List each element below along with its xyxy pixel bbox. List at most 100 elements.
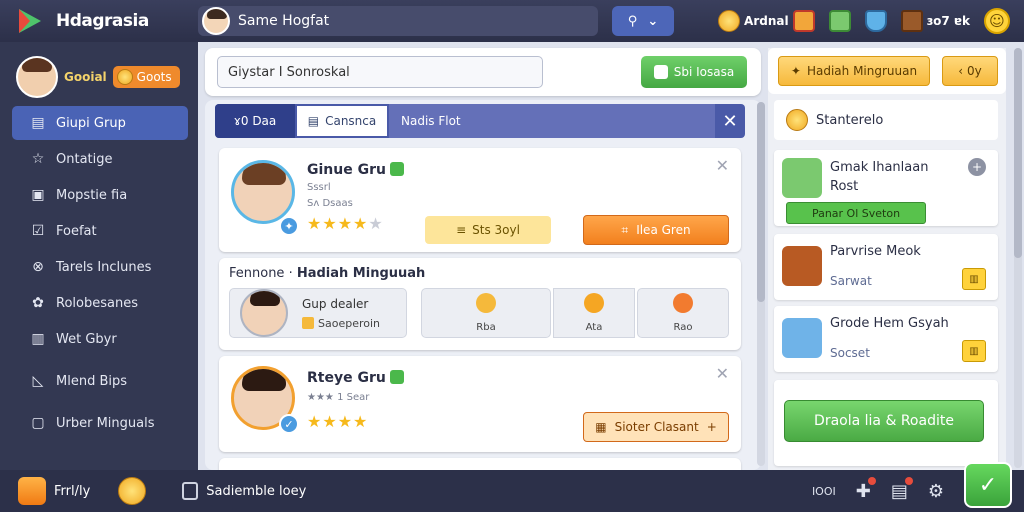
- friend-sub2: Sʌ Dsaas: [307, 198, 353, 209]
- bottom-lock[interactable]: Sadiemble loey: [146, 482, 306, 500]
- orange-pill[interactable]: ⌗ Ilea Gren: [583, 215, 729, 245]
- top-stats: Ardnal ɜo7 ɐk ☺: [718, 8, 1010, 34]
- gear-icon[interactable]: ⚙: [928, 481, 944, 502]
- sidebar-item-1[interactable]: ☆ Ontatige: [12, 142, 188, 176]
- person-avatar: [240, 289, 288, 337]
- chat-icon[interactable]: ▤: [891, 476, 913, 502]
- coin-icon[interactable]: [118, 477, 147, 505]
- sidebar-item-3[interactable]: ☑ Foefat: [12, 214, 188, 248]
- main-toolbar: Sbi Iosasa: [205, 48, 761, 96]
- friend-name: Ginue Gru: [307, 162, 404, 178]
- right-toolbar: ✦ Hadiah Mingruuan ‹ 0y: [768, 48, 1006, 94]
- right-scroll-thumb[interactable]: [1014, 48, 1022, 258]
- tab-first[interactable]: ɤ0 Daa: [215, 104, 295, 138]
- search-button[interactable]: ⚲ ⌄: [612, 6, 674, 36]
- user-avatar[interactable]: [202, 7, 230, 35]
- friend-card[interactable]: ✦ Ginue Gru Sssrl Sʌ Dsaas ★★★★★ ✕ ≡ Sts…: [219, 148, 741, 252]
- search-icon: ⚲: [627, 13, 638, 29]
- search-box[interactable]: [198, 6, 598, 36]
- green-action-button[interactable]: Sbi Iosasa: [641, 56, 747, 88]
- trophy-icon: [864, 10, 887, 32]
- close-icon[interactable]: ✕: [716, 156, 729, 175]
- right-item-2[interactable]: Grode Hem Gsyah Socset ▥: [774, 306, 998, 372]
- yellow-pill[interactable]: ≡ Sts 3oyl: [425, 216, 551, 244]
- rewards-stat[interactable]: [828, 10, 851, 32]
- sidebar-item-4[interactable]: ⊗ Tarels Inclunes: [12, 250, 188, 284]
- puzzle-icon[interactable]: ✚: [856, 476, 876, 502]
- sidebar-item-5[interactable]: ✿ Rolobesanes: [12, 286, 188, 320]
- ticket-icon: ▥: [962, 268, 986, 290]
- verified-icon: [389, 162, 404, 176]
- right-item-1[interactable]: Parvrise Meok Sarwat ▥: [774, 234, 998, 300]
- reward-option-2[interactable]: Rao: [637, 288, 729, 338]
- plus-icon[interactable]: +: [968, 158, 986, 176]
- item-thumb: [782, 318, 822, 358]
- friend-card[interactable]: ✓ Rteye Gru ★★★ 1 Sear ★★★★ ✕ ▦ Sioter C…: [219, 356, 741, 452]
- close-icon[interactable]: ✕: [716, 364, 729, 383]
- profile-badge-label: Goots: [136, 70, 172, 84]
- main-scrollbar[interactable]: [757, 102, 765, 466]
- check-button[interactable]: ✓: [964, 462, 1012, 508]
- home-icon: [18, 477, 46, 505]
- rating-stars: ★★★★: [307, 412, 369, 431]
- trophy-stat[interactable]: [864, 10, 887, 32]
- chevron-left-icon: ‹: [958, 64, 964, 78]
- friend-avatar[interactable]: [231, 160, 295, 224]
- tab-selected-label: Cansnca: [325, 114, 377, 128]
- reward-option-0[interactable]: Rba: [421, 288, 551, 338]
- list-icon: ≡: [456, 223, 467, 237]
- rewards-button[interactable]: ✦ Hadiah Mingruuan: [778, 56, 930, 86]
- right-item-title: Grode Hem Gsyah: [830, 316, 949, 331]
- right-item-tag: Panar Ol Sveton: [786, 202, 926, 224]
- back-button[interactable]: ‹ 0y: [942, 56, 998, 86]
- bottom-home-label: Frrl/ly: [54, 483, 91, 499]
- search-input[interactable]: [238, 13, 598, 29]
- main-scroll-thumb[interactable]: [757, 102, 765, 302]
- right-item-0[interactable]: Gmak Ihanlaan Rost + Panar Ol Sveton: [774, 150, 998, 226]
- orange-pill[interactable]: ▦ Sioter Clasant +: [583, 412, 729, 442]
- sidebar-item-label: Mopstie fia: [56, 187, 128, 203]
- reward-label: Rao: [673, 322, 693, 333]
- right-scrollbar[interactable]: [1014, 48, 1022, 468]
- tab-selected[interactable]: ▤ Cansnca: [295, 104, 389, 138]
- image-icon: ▣: [31, 187, 45, 203]
- sidebar-item-label: Tarels Inclunes: [56, 259, 152, 275]
- bottom-home[interactable]: Frrl/ly: [0, 477, 90, 505]
- sidebar-item-label: Giupi Grup: [56, 115, 126, 131]
- coin-icon: [718, 10, 741, 32]
- character-thumb: [782, 158, 822, 198]
- close-icon[interactable]: ✕: [715, 104, 745, 138]
- sidebar-item-0[interactable]: ▤ Giupi Grup: [12, 106, 188, 140]
- sidebar-item-label: Foefat: [56, 223, 97, 239]
- profile-avatar[interactable]: [16, 56, 58, 98]
- sidebar-item-6[interactable]: ▥ Wet Gbyr: [12, 322, 188, 356]
- orange-pill-label: Ilea Gren: [636, 223, 691, 237]
- friend-card[interactable]: [219, 458, 741, 470]
- chest-icon: [900, 10, 923, 32]
- sidebar-item-7[interactable]: ◺ Mlend Bips: [12, 364, 188, 398]
- reward-option-1[interactable]: Ata: [553, 288, 635, 338]
- friend-sub1-text: 1 Sear: [337, 392, 370, 403]
- bottom-bar: Frrl/ly Sadiemble loey IOOI ✚ ▤ ⚙ ✓: [0, 462, 1024, 512]
- cta-button[interactable]: Draola lia & Roadite: [784, 400, 984, 442]
- right-item-title: Parvrise Meok: [830, 244, 921, 259]
- filter-input[interactable]: [217, 56, 543, 88]
- chest-stat[interactable]: ɜo7 ɐk: [900, 10, 970, 32]
- main-panel: Sbi Iosasa ɤ0 Daa ▤ Cansnca Nadis Flot ✕…: [205, 48, 761, 470]
- gift-icon: [792, 10, 815, 32]
- app-logo-icon[interactable]: [16, 7, 44, 35]
- tab-last[interactable]: Nadis Flot: [389, 104, 715, 138]
- profile-badge[interactable]: Goots: [112, 66, 180, 88]
- sidebar-item-label: Ontatige: [56, 151, 113, 167]
- coins-stat[interactable]: Ardnal: [718, 10, 815, 32]
- square-icon: ▢: [31, 415, 45, 431]
- person-mini-card[interactable]: Gup dealer Saoeperoin: [229, 288, 407, 338]
- cross-circle-icon: ⊗: [32, 259, 44, 275]
- sidebar-item-8[interactable]: ▢ Urber Minguals: [12, 406, 188, 440]
- friend-sub1: Sssrl: [307, 182, 331, 193]
- checkbox-icon: ☑: [31, 223, 45, 239]
- profile[interactable]: Gooial Goots: [0, 42, 198, 102]
- sidebar-nav: ▤ Giupi Grup ☆ Ontatige ▣ Mopstie fia ☑ …: [0, 106, 198, 440]
- emoji-icon[interactable]: ☺: [984, 8, 1010, 34]
- sidebar-item-2[interactable]: ▣ Mopstie fia: [12, 178, 188, 212]
